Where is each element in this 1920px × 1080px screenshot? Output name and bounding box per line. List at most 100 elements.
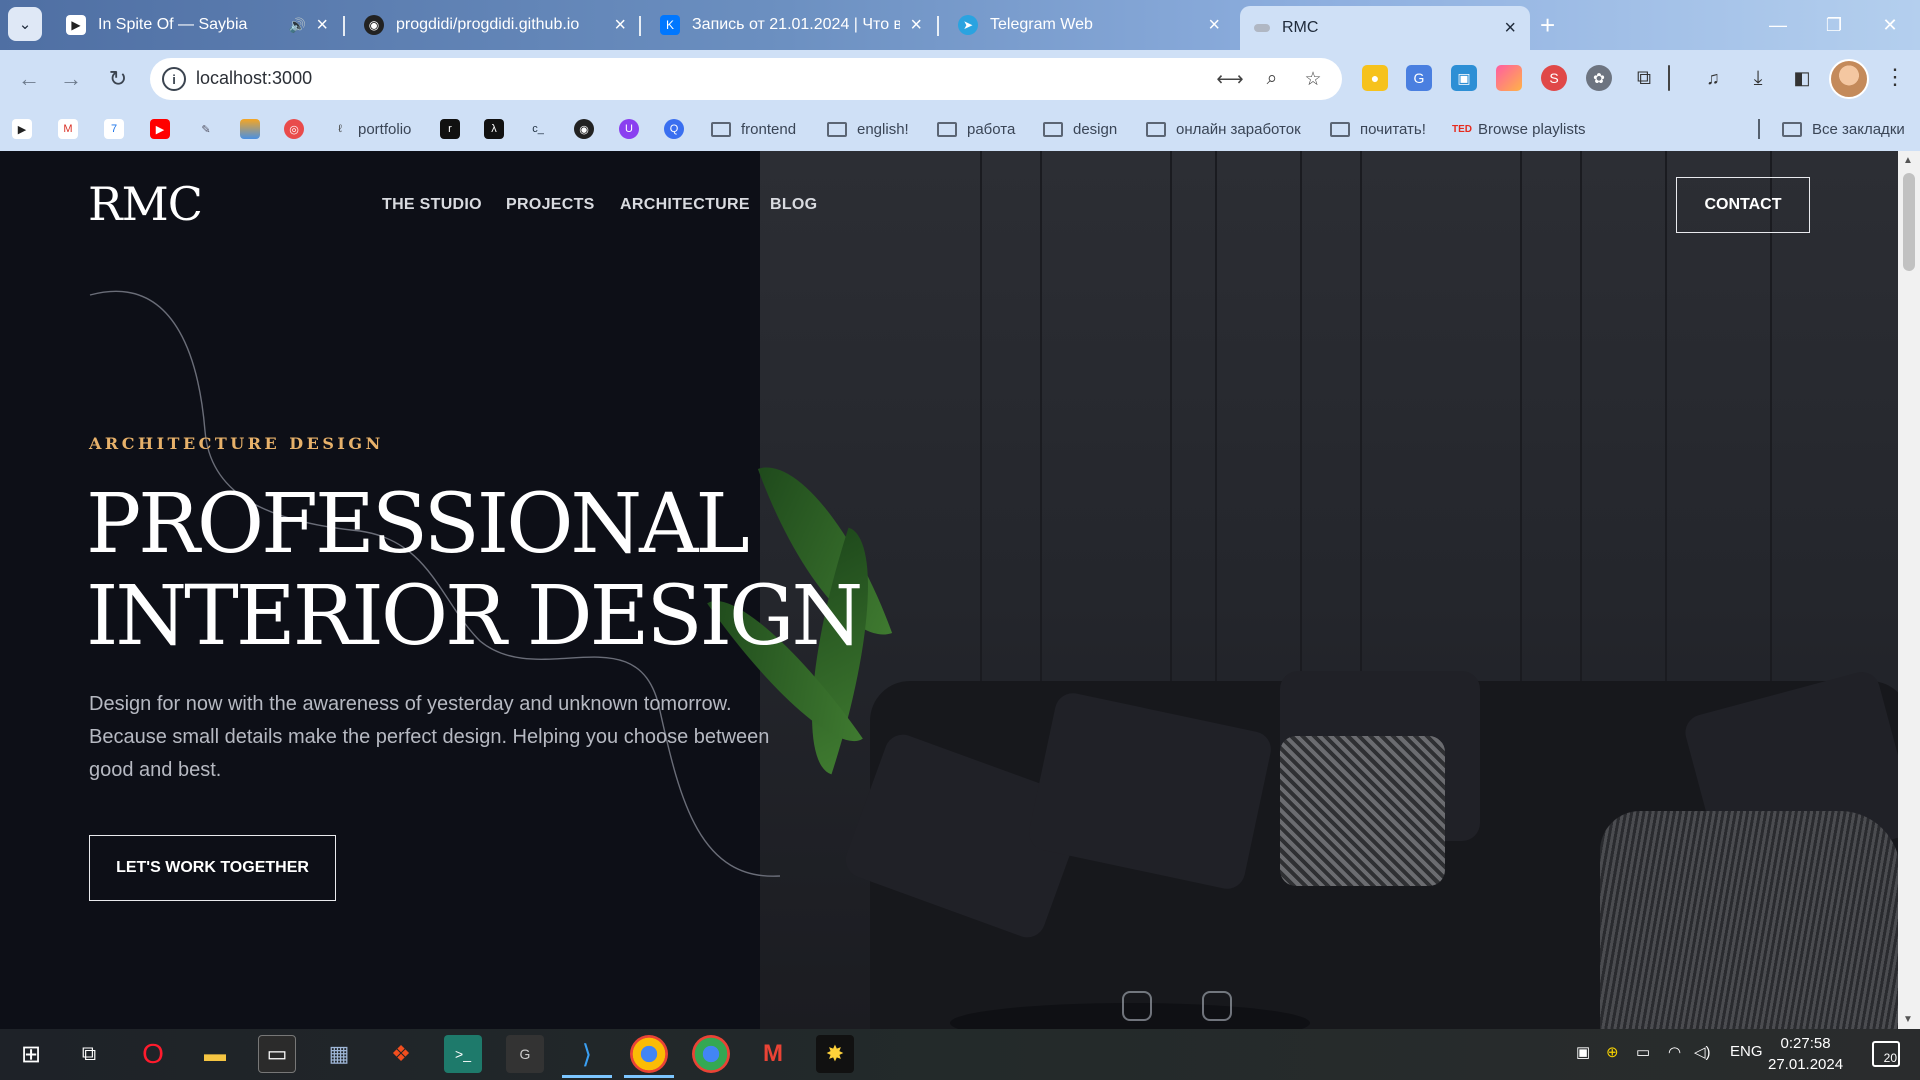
color-extension-icon[interactable] [1496,65,1522,91]
chrome-icon[interactable] [692,1035,730,1073]
minimize-button[interactable]: — [1750,0,1806,50]
restore-button[interactable]: ❐ [1806,0,1862,50]
translate-icon[interactable]: ⟷ [1216,67,1243,91]
bookmark-label: онлайн заработок [1176,120,1301,138]
bookmark-calendar[interactable]: 7 [104,116,132,142]
bookmark-portfolio[interactable]: ℓ portfolio [330,116,411,142]
bookmark-folder-english[interactable]: english! [827,116,909,142]
tab-rmc[interactable]: RMC × [1240,6,1530,50]
hero-description: Design for now with the awareness of yes… [89,693,770,781]
bookmark-folder-reading[interactable]: почитать! [1330,116,1426,142]
g-app-icon[interactable]: G [506,1035,544,1073]
work-together-button[interactable]: LET'S WORK TOGETHER [89,835,336,901]
console-icon[interactable]: >_ [444,1035,482,1073]
tab-title: Telegram Web [990,16,1093,33]
contact-button[interactable]: CONTACT [1676,177,1810,233]
url-text[interactable]: localhost:3000 [196,68,312,89]
s-extension-icon[interactable]: S [1541,65,1567,91]
bookmark-r[interactable]: r [440,116,468,142]
speaker-icon[interactable]: 🔊 [289,17,306,34]
forward-button[interactable]: → [56,64,86,94]
tab-saybia[interactable]: ▶ In Spite Of — Saybia 🔊 × [52,0,342,50]
browser-menu-icon[interactable]: ⋮ [1884,64,1906,90]
bookmark-red[interactable]: ◎ [284,116,312,142]
bookmark-stack[interactable] [240,116,268,142]
calculator-icon[interactable]: ▦ [320,1035,358,1073]
system-clock[interactable]: 0:27:58 27.01.2024 [1768,1033,1843,1075]
tray-plus-icon[interactable]: ⊕ [1606,1043,1619,1061]
opera-icon[interactable]: O [134,1035,172,1073]
bookmark-youtube-music[interactable]: ▶ [12,116,40,142]
nav-the-studio[interactable]: THE STUDIO [382,196,482,214]
r-icon: r [440,119,460,139]
bookmark-folder-work[interactable]: работа [937,116,1015,142]
download-icon[interactable]: ⤓ [1745,65,1771,91]
close-window-button[interactable]: ✕ [1862,0,1918,50]
tab-vk[interactable]: K Запись от 21.01.2024 | Что виж × [646,0,936,50]
scrollbar-thumb[interactable] [1903,173,1915,271]
scroll-up-icon[interactable]: ▲ [1903,155,1913,166]
telegram-icon: ➤ [958,15,978,35]
media-control-icon[interactable]: ♫ [1700,65,1726,91]
figma-icon[interactable]: ❖ [382,1035,420,1073]
bookmark-codelab[interactable]: c_ [528,116,556,142]
close-tab-icon[interactable]: × [614,15,626,35]
close-tab-icon[interactable]: × [910,15,922,35]
bookmark-all-bookmarks[interactable]: Все закладки [1782,116,1905,142]
reload-button[interactable]: ↻ [103,64,133,94]
nav-blog[interactable]: BLOG [770,196,817,214]
bookmark-gmail[interactable]: M [58,116,86,142]
tab-separator [343,16,345,36]
file-explorer-icon[interactable]: ▬ [196,1035,234,1073]
bookmark-ted[interactable]: TED Browse playlists [1452,116,1586,142]
address-bar[interactable]: i localhost:3000 ⟷ ⌕ ☆ [150,58,1342,100]
nav-projects[interactable]: PROJECTS [506,196,595,214]
gmail-icon[interactable]: M [754,1035,792,1073]
back-button[interactable]: ← [14,64,44,94]
nav-architecture[interactable]: ARCHITECTURE [620,196,750,214]
bookmark-star-icon[interactable]: ☆ [1301,67,1325,91]
screenshot-extension-icon[interactable]: ▣ [1451,65,1477,91]
extensions-puzzle-icon[interactable]: ⧉ [1631,65,1657,91]
tab-github[interactable]: ◉ progdidi/progdidi.github.io × [350,0,640,50]
sun-app-icon[interactable]: ✸ [816,1035,854,1073]
chrome-profile-icon[interactable] [624,1035,674,1078]
bookmark-tool[interactable]: ✎ [196,116,224,142]
scroll-down-icon[interactable]: ▼ [1903,1014,1913,1025]
gear-extension-icon[interactable]: ✿ [1586,65,1612,91]
notification-count: 20 [1883,1051,1897,1065]
bookmark-folder-design[interactable]: design [1043,116,1117,142]
terminal-icon[interactable]: ▭ [258,1035,296,1073]
side-panel-icon[interactable]: ◧ [1789,65,1815,91]
bookmark-youtube[interactable]: ▶ [150,116,178,142]
bookmark-folder-earnings[interactable]: онлайн заработок [1146,116,1301,142]
site-info-icon[interactable]: i [162,67,186,91]
zoom-icon[interactable]: ⌕ [1260,67,1284,91]
notification-center-icon[interactable]: 20 [1872,1041,1900,1067]
close-tab-icon[interactable]: × [316,15,328,35]
bookmark-u[interactable]: U [619,116,647,142]
bookmark-folder-frontend[interactable]: frontend [711,116,796,142]
tray-app-icon[interactable]: ▣ [1576,1043,1590,1061]
bookmark-github[interactable]: ◉ [574,116,602,142]
bookmark-q[interactable]: Q [664,116,692,142]
tab-search-button[interactable]: ⌄ [8,7,42,41]
tab-separator [937,16,939,36]
close-tab-icon[interactable]: × [1208,15,1220,35]
close-tab-icon[interactable]: × [1504,18,1516,38]
site-logo[interactable]: RMC [88,177,203,231]
google-translate-extension-icon[interactable]: G [1406,65,1432,91]
new-tab-button[interactable]: + [1540,10,1555,41]
bookmark-lambda[interactable]: λ [484,116,512,142]
page-scrollbar[interactable]: ▲ ▼ [1898,151,1920,1029]
volume-icon[interactable]: ◁) [1694,1043,1711,1061]
task-view-icon[interactable]: ⧉ [70,1035,108,1073]
extension-yellow-icon[interactable]: ● [1362,65,1388,91]
language-indicator[interactable]: ENG [1730,1043,1763,1060]
wifi-icon[interactable]: ◠ [1668,1043,1681,1061]
vscode-icon[interactable]: ⟩ [562,1035,612,1078]
profile-avatar[interactable] [1829,59,1869,99]
windows-start-icon[interactable]: ⊞ [12,1035,50,1073]
tab-telegram[interactable]: ➤ Telegram Web × [944,0,1234,50]
battery-icon[interactable]: ▭ [1636,1043,1650,1061]
